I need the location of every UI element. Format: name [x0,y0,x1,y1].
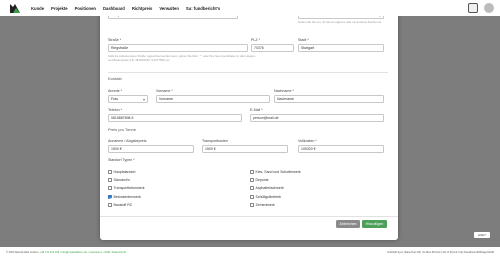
checkbox[interactable] [250,178,254,182]
checkbox[interactable] [250,186,254,190]
divider [108,72,388,73]
type-standort[interactable]: Standort/n [108,178,130,182]
nav-item-positionen[interactable]: Positionen [75,6,96,11]
settings-icon[interactable] [468,3,478,13]
footer-copyright: © 2024 Marcel Mele GmbH • [6,251,40,254]
footer-links[interactable]: +49 711 222 333 • info@meleplatform.de •… [40,251,127,254]
checkbox[interactable] [250,195,254,199]
type-transportbetonwerk[interactable]: Transportbetonwerk [108,186,145,190]
strasse-input[interactable]: Riegstraße [108,44,248,52]
company-logo-icon[interactable] [9,2,21,14]
type-baustoff-rc[interactable]: Baustoff RC [108,203,132,207]
email-input[interactable]: person@mail.de [250,114,384,122]
nav-item-verwalten[interactable]: Verwalten [159,6,179,11]
type-hauptstandort[interactable]: Hauptstandort [108,170,136,174]
checkbox[interactable] [108,195,112,199]
strasse-label: Straße * [108,38,122,42]
checkbox-label: Transportbetonwerk [113,186,145,190]
cancel-button[interactable]: Abbrechen [336,220,360,228]
nav-item-kunde[interactable]: Kunde [31,6,44,11]
add-button[interactable]: Hinzufügen [362,220,387,228]
plz-label: PLZ * [251,38,260,42]
type-schuettgutbetrieb[interactable]: Schüttgutbetrieb [250,195,281,199]
own-sign-help: Geben Sie hier an, ob Sie ein eigenes od… [298,20,382,24]
annahme-label: Annahme / Abgabepreis [108,139,147,143]
vollkosten-label: Vollkosten * [298,139,317,143]
nav-item-richtpreis[interactable]: Richtpreis [132,6,152,11]
footer-left: © 2024 Marcel Mele GmbH • +49 711 222 33… [6,251,127,254]
telefon-input[interactable]: 0815887898 6 [108,114,242,122]
vollkosten-input[interactable]: 109320 € [298,145,384,153]
anrede-select[interactable]: Frau [108,95,148,103]
checkbox-label: Schüttgutbetrieb [255,195,282,199]
type-kies-sand[interactable]: Kies, Sand und Schotterwerk [250,170,301,174]
checkbox[interactable] [250,203,254,207]
type-asphaltmischwerk[interactable]: Asphaltmischwerk [250,186,284,190]
transport-label: Transportkosten [202,139,228,143]
nav-item-projekte[interactable]: Projekte [51,6,68,11]
email-label: E-Mail * [250,108,263,112]
kontakt-section-title: Kontakt [108,76,122,81]
checkbox[interactable] [108,178,112,182]
type-betonzentrmwerk[interactable]: Betonzentrmwerk [108,195,141,199]
telefon-label: Telefon * [108,108,122,112]
checkbox-label: Asphaltmischwerk [255,186,284,190]
vorname-label: Vorname * [156,89,173,93]
help-button[interactable]: Hilfe? [474,232,490,238]
type-zementwerk[interactable]: Zementwerk [250,203,275,207]
add-location-modal: Beispielsfirmen Nein Geben Sie hier an, … [100,8,398,240]
page-footer: © 2024 Marcel Mele GmbH • +49 711 222 33… [0,247,500,259]
checkbox[interactable] [108,203,112,207]
nav-item-fundbericht[interactable]: Su: fundbericht's [186,6,220,11]
top-navbar: Kunde Projekte Positionen Dashboard Rich… [0,0,500,16]
preis-section-title: Preis pro Tonne [108,127,136,132]
checkbox-label: Standort/n [113,178,130,182]
type-deponie[interactable]: Deponie [250,178,269,182]
checkbox-label: Zementwerk [255,203,275,207]
checkbox-label: Baustoff RC [113,203,133,207]
footer-version: Orderbill Sync (Data Test 4/4) | 6.39+0.… [387,251,494,254]
vorname-input[interactable]: Vorname [156,95,270,103]
footer-divider [100,216,398,217]
nav-right-icons [468,3,494,13]
standort-typen-label: Standort Typen * [108,158,135,162]
nachname-input[interactable]: Nachname [274,95,384,103]
checkbox[interactable] [108,170,112,174]
checkbox[interactable] [250,170,254,174]
anrede-label: Anrede * [108,89,122,93]
address-help-text: Falls die Adresse keine Straße zugeordne… [108,54,256,62]
checkbox-label: Deponie [255,178,269,182]
stadt-label: Stadt * [298,38,309,42]
avatar[interactable] [484,3,494,13]
nav-item-dashboard[interactable]: Dashboard [103,6,125,11]
plz-input[interactable]: 70376 [251,44,294,52]
nachname-label: Nachname * [274,89,294,93]
annahme-input[interactable]: 1500 € [108,145,194,153]
checkbox-label: Hauptstandort [113,170,136,174]
stadt-input[interactable]: Stuttgart [298,44,384,52]
checkbox[interactable] [108,186,112,190]
transport-input[interactable]: 1500 € [202,145,288,153]
checkbox-label: Kies, Sand und Schotterwerk [255,170,301,174]
checkbox-label: Betonzentrmwerk [113,195,141,199]
